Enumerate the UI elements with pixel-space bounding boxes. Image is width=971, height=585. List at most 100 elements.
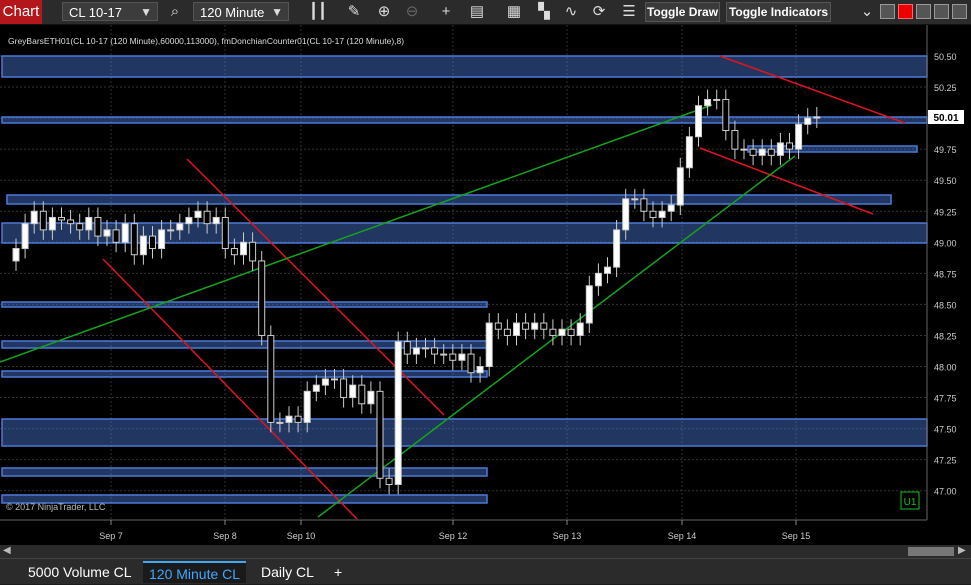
candle-body — [476, 366, 484, 374]
candle-body — [422, 347, 429, 350]
candle-body — [130, 223, 138, 256]
zoom-in-icon[interactable]: ⊕ — [373, 2, 395, 22]
candle-body — [585, 285, 593, 324]
toggle-draw-button[interactable]: Toggle Draw — [645, 2, 720, 22]
price-marker-label: 50.01 — [933, 113, 958, 124]
tab-daily[interactable]: Daily CL — [255, 561, 320, 583]
price-chart[interactable]: GreyBarsETH01(CL 10-17 (120 Minute),6000… — [0, 25, 971, 545]
candle-body — [767, 148, 775, 156]
toolbar: Chart CL 10-17 ▼ ⌕ 120 Minute ▼ ┃┃ ✎ ⊕ ⊖… — [0, 0, 971, 25]
time-tick-label: Sep 10 — [287, 531, 316, 541]
candle-body — [294, 415, 302, 423]
candle-body — [321, 378, 329, 386]
candle-body — [358, 384, 366, 405]
search-icon[interactable]: ⌕ — [164, 2, 186, 22]
tab-120-minute[interactable]: 120 Minute CL — [143, 561, 247, 583]
price-zone — [1, 55, 928, 78]
copyright-text: © 2017 NinjaTrader, LLC — [6, 502, 106, 512]
price-zone — [1, 301, 488, 308]
time-tick-label: Sep 15 — [782, 531, 811, 541]
price-zone — [1, 370, 488, 378]
instrument-selector[interactable]: CL 10-17 ▼ — [62, 2, 158, 21]
add-tab-button[interactable]: + — [328, 561, 348, 583]
candle-body — [795, 123, 803, 150]
candle-body — [385, 477, 393, 485]
properties-icon[interactable]: ▦ — [503, 2, 525, 22]
candle-body — [349, 384, 357, 399]
chevron-down-icon[interactable]: ⌄ — [856, 2, 878, 22]
chevron-left-icon[interactable]: ◀ — [3, 545, 11, 556]
candle-body — [667, 204, 675, 212]
candle-body — [513, 322, 520, 336]
candle-body — [431, 347, 439, 355]
price-tick-label: 49.75 — [934, 145, 957, 155]
candle-body — [303, 390, 311, 423]
candle-body — [158, 229, 166, 250]
price-tick-label: 50.50 — [934, 52, 957, 62]
link-color-icon[interactable] — [898, 4, 913, 19]
candle-body — [604, 266, 611, 274]
scrollbar-thumb[interactable] — [908, 547, 954, 556]
candle-body — [176, 223, 184, 231]
minimize-icon[interactable] — [880, 4, 895, 19]
candle-body — [494, 322, 502, 330]
candle-body — [376, 390, 384, 479]
u1-badge[interactable]: U1 — [900, 491, 920, 510]
reload-icon[interactable]: ⟳ — [588, 2, 610, 22]
candle-body — [649, 210, 657, 218]
interval-selector[interactable]: 120 Minute ▼ — [193, 2, 289, 21]
close-icon[interactable] — [952, 4, 967, 19]
tab-5000-volume[interactable]: 5000 Volume CL — [22, 561, 138, 583]
pencil-icon[interactable]: ✎ — [343, 2, 365, 22]
drawing-tools-icon[interactable]: ∿ — [560, 2, 582, 22]
price-zone — [1, 467, 488, 477]
candle-body — [540, 322, 548, 330]
candle-body — [58, 216, 65, 221]
tab-bar: 5000 Volume CL 120 Minute CL Daily CL + — [0, 558, 971, 584]
crosshair-icon[interactable]: + — [435, 2, 457, 22]
candle-body — [813, 116, 821, 119]
candle-body — [713, 98, 721, 101]
candle-body — [367, 390, 375, 405]
chart-area[interactable]: GreyBarsETH01(CL 10-17 (120 Minute),6000… — [0, 25, 971, 545]
candle-body — [331, 378, 338, 381]
candle-body — [640, 198, 648, 212]
price-tick-label: 50.25 — [934, 83, 957, 93]
candle-body — [221, 216, 229, 250]
zoom-out-icon[interactable]: ⊖ — [401, 2, 423, 22]
candle-body — [149, 235, 156, 250]
price-tick-label: 47.00 — [934, 487, 957, 497]
candle-body — [276, 421, 284, 424]
price-tick-label: 47.25 — [934, 456, 957, 466]
instrument-value: CL 10-17 — [69, 5, 122, 20]
candle-body — [12, 248, 20, 262]
candle-body — [658, 210, 666, 218]
u1-badge-label: U1 — [904, 497, 917, 508]
candle-body — [549, 328, 557, 336]
price-marker: 50.01 — [928, 110, 964, 124]
menu-icon[interactable]: ☰ — [618, 2, 640, 22]
candle-body — [458, 353, 466, 361]
candle-body — [394, 341, 402, 485]
restore-icon[interactable] — [916, 4, 931, 19]
bar-style-icon[interactable]: ┃┃ — [307, 2, 329, 22]
toggle-indicators-button[interactable]: Toggle Indicators — [726, 2, 831, 22]
templates-icon[interactable]: ▚ — [533, 2, 555, 22]
candle-body — [203, 210, 211, 225]
price-tick-label: 49.25 — [934, 207, 957, 217]
candle-body — [312, 384, 320, 392]
price-tick-label: 48.50 — [934, 300, 957, 310]
horizontal-scrollbar[interactable]: ◀ ▶ — [0, 545, 971, 558]
candle-body — [167, 229, 175, 232]
time-tick-label: Sep 13 — [553, 531, 582, 541]
chevron-down-icon: ▼ — [271, 5, 283, 19]
candle-body — [139, 235, 147, 256]
time-tick-label: Sep 8 — [213, 531, 237, 541]
candle-body — [594, 272, 602, 287]
chevron-right-icon[interactable]: ▶ — [958, 545, 966, 556]
candle-body — [30, 210, 38, 225]
maximize-icon[interactable] — [934, 4, 949, 19]
data-box-icon[interactable]: ▤ — [466, 2, 488, 22]
price-tick-label: 48.25 — [934, 331, 957, 341]
candle-body — [440, 353, 448, 356]
